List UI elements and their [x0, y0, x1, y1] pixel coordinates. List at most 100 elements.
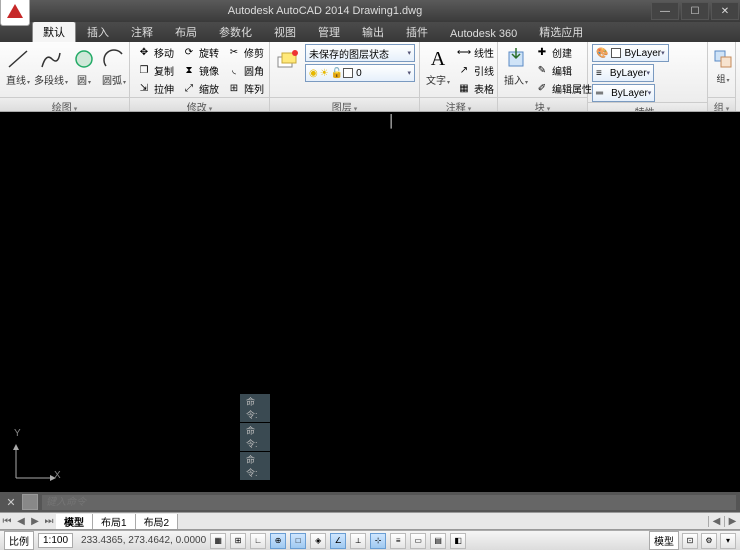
close-button[interactable]: ✕: [711, 2, 739, 20]
block-insert-icon: [502, 46, 530, 72]
block-create-button[interactable]: ✚创建: [532, 44, 595, 61]
layer-state-dropdown[interactable]: 未保存的图层状态▾: [305, 44, 415, 62]
trim-button[interactable]: ✂修剪: [224, 44, 267, 61]
scale-value[interactable]: 1:100: [38, 533, 73, 548]
scale-button[interactable]: ⤢缩放: [179, 80, 222, 97]
status-menu-1[interactable]: ⊡: [682, 533, 698, 549]
osnap3d-toggle[interactable]: ◈: [310, 533, 326, 549]
block-editattr-button[interactable]: ✐编辑属性: [532, 80, 595, 97]
polyline-button[interactable]: 多段线: [34, 44, 68, 89]
panel-draw-title[interactable]: 绘图: [0, 97, 129, 111]
tab-layout[interactable]: 布局: [164, 21, 208, 42]
move-button[interactable]: ✥移动: [134, 44, 177, 61]
rotate-icon: ⟳: [182, 46, 196, 60]
hscroll-right[interactable]: ▶: [724, 516, 740, 527]
status-menu-2[interactable]: ⚙: [701, 533, 717, 549]
layer-props-button[interactable]: [274, 44, 302, 74]
osnap-toggle[interactable]: □: [290, 533, 306, 549]
color-dropdown[interactable]: 🎨ByLayer▾: [592, 44, 669, 62]
sc-toggle[interactable]: ◧: [450, 533, 466, 549]
cmdline-close-button[interactable]: ✕: [4, 496, 18, 509]
lineweight-dropdown[interactable]: ≡ByLayer▾: [592, 64, 654, 82]
hscroll-left[interactable]: ◀: [708, 516, 724, 527]
stretch-button[interactable]: ⇲拉伸: [134, 80, 177, 97]
arc-icon: [100, 46, 128, 72]
layout-nav-last[interactable]: ⏭: [42, 516, 56, 527]
polar-toggle[interactable]: ⊕: [270, 533, 286, 549]
arc-button[interactable]: 圆弧: [100, 44, 128, 89]
cmdline-icon[interactable]: [22, 494, 38, 510]
ortho-toggle[interactable]: ∟: [250, 533, 266, 549]
layout-nav-next[interactable]: ▶: [28, 516, 42, 527]
minimize-button[interactable]: —: [651, 2, 679, 20]
tab-annotate[interactable]: 注释: [120, 21, 164, 42]
panel-layer-title[interactable]: 图层: [270, 97, 419, 111]
tab-parametric[interactable]: 参数化: [208, 21, 263, 42]
layout-tab-model[interactable]: 模型: [56, 514, 93, 529]
tab-default[interactable]: 默认: [32, 21, 76, 42]
color-swatch: [611, 48, 621, 58]
paint-icon: 🎨: [596, 48, 608, 59]
circle-button[interactable]: 圆: [70, 44, 98, 89]
list-icon: ═: [596, 88, 603, 99]
mirror-button[interactable]: ⧗镜像: [179, 62, 222, 79]
layout-tab-2[interactable]: 布局2: [136, 514, 179, 529]
panel-modify-title[interactable]: 修改: [130, 97, 269, 111]
status-menu-3[interactable]: ▾: [720, 533, 736, 549]
ducs-toggle[interactable]: ⟂: [350, 533, 366, 549]
app-icon[interactable]: [0, 0, 30, 26]
block-insert-button[interactable]: 插入: [502, 44, 530, 89]
panel-block: 插入 ✚创建 ✎编辑 ✐编辑属性 块: [498, 42, 588, 111]
maximize-button[interactable]: ☐: [681, 2, 709, 20]
qp-toggle[interactable]: ▤: [430, 533, 446, 549]
tab-a360[interactable]: Autodesk 360: [439, 25, 528, 42]
dyn-toggle[interactable]: ⊹: [370, 533, 386, 549]
lightbulb-icon: ◉: [309, 68, 318, 79]
stretch-icon: ⇲: [137, 82, 151, 96]
fillet-button[interactable]: ◟圆角: [224, 62, 267, 79]
copy-button[interactable]: ❐复制: [134, 62, 177, 79]
tab-plugins[interactable]: 插件: [395, 21, 439, 42]
otrack-toggle[interactable]: ∠: [330, 533, 346, 549]
tab-insert[interactable]: 插入: [76, 21, 120, 42]
panel-group-title[interactable]: 组: [708, 97, 735, 111]
move-icon: ✥: [137, 46, 151, 60]
layer-props-icon: [274, 46, 302, 72]
panel-block-title[interactable]: 块: [498, 97, 587, 111]
layer-current-dropdown[interactable]: ◉ ☀ 🔓 0 ▾: [305, 64, 415, 82]
snap-toggle[interactable]: ▦: [210, 533, 226, 549]
grid-toggle[interactable]: ⊞: [230, 533, 246, 549]
group-button[interactable]: 组: [712, 44, 734, 87]
tpy-toggle[interactable]: ▭: [410, 533, 426, 549]
drawing-canvas[interactable]: │ Y X 命令: 命令: 命令:: [0, 112, 740, 492]
command-line: ✕: [0, 492, 740, 512]
tab-manage[interactable]: 管理: [307, 21, 351, 42]
layout-tab-1[interactable]: 布局1: [93, 514, 136, 529]
trim-icon: ✂: [227, 46, 241, 60]
text-button[interactable]: A 文字: [424, 44, 452, 89]
layout-nav-first[interactable]: ⏮: [0, 516, 14, 527]
panel-properties-title[interactable]: 特性: [588, 102, 707, 112]
rotate-button[interactable]: ⟳旋转: [179, 44, 222, 61]
model-space-button[interactable]: 模型: [649, 531, 679, 550]
panel-group: 组 组: [708, 42, 736, 111]
array-button[interactable]: ⊞阵列: [224, 80, 267, 97]
tab-view[interactable]: 视图: [263, 21, 307, 42]
linear-dim-button[interactable]: ⟷线性: [454, 44, 497, 61]
block-edit-button[interactable]: ✎编辑: [532, 62, 595, 79]
layout-nav-prev[interactable]: ◀: [14, 516, 28, 527]
line-button[interactable]: 直线: [4, 44, 32, 89]
table-button[interactable]: ▦表格: [454, 80, 497, 97]
copy-icon: ❐: [137, 64, 151, 78]
lwt-toggle[interactable]: ≡: [390, 533, 406, 549]
panel-annotate-title[interactable]: 注释: [420, 97, 497, 111]
match-icon: ≡: [596, 68, 602, 79]
linetype-dropdown[interactable]: ═ByLayer▾: [592, 84, 655, 102]
command-input[interactable]: [42, 495, 736, 510]
tab-output[interactable]: 输出: [351, 21, 395, 42]
panel-modify: ✥移动 ❐复制 ⇲拉伸 ⟳旋转 ⧗镜像 ⤢缩放 ✂修剪 ◟圆角 ⊞阵列 修改: [130, 42, 270, 111]
leader-button[interactable]: ↗引线: [454, 62, 497, 79]
tab-featured[interactable]: 精选应用: [528, 21, 594, 42]
ribbon-tabs: 默认 插入 注释 布局 参数化 视图 管理 输出 插件 Autodesk 360…: [0, 22, 740, 42]
window-title: Autodesk AutoCAD 2014 Drawing1.dwg: [0, 5, 650, 17]
